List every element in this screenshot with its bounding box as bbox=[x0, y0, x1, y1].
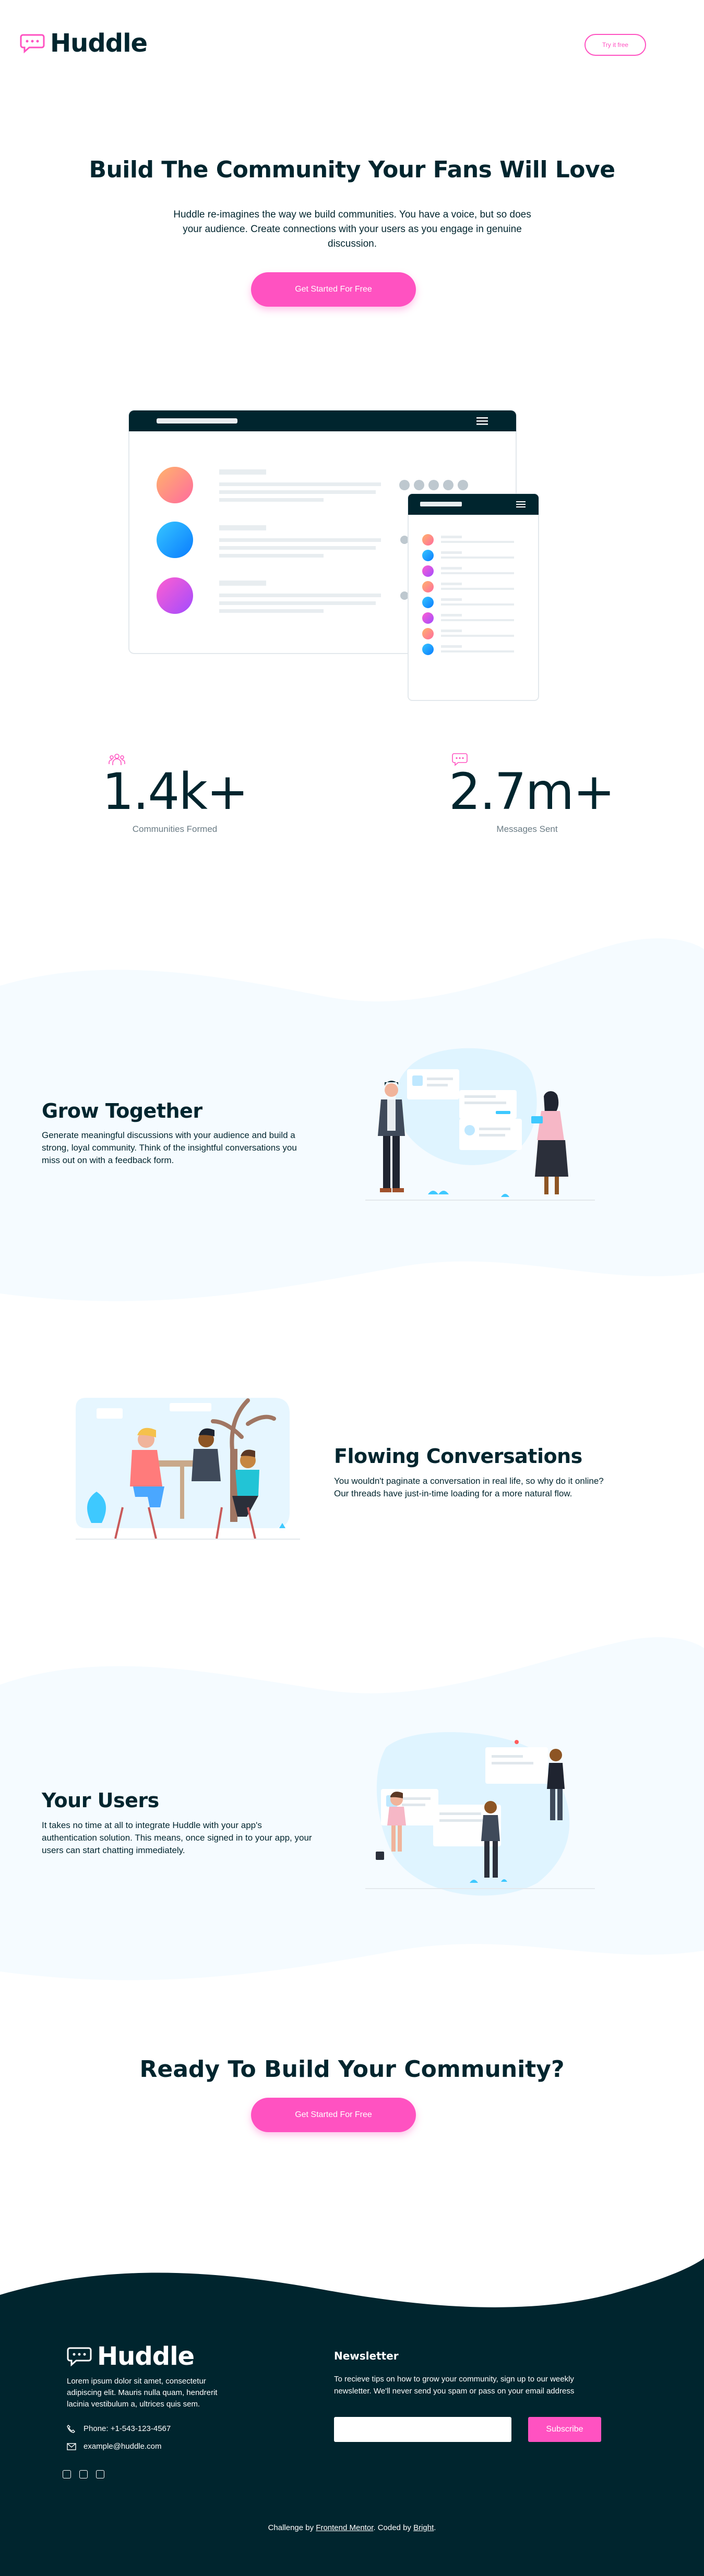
footer-logo-wordmark: Huddle bbox=[97, 2342, 195, 2371]
subscribe-button[interactable]: Subscribe bbox=[528, 2417, 601, 2442]
author-link[interactable]: Bright bbox=[413, 2523, 434, 2532]
facebook-icon[interactable] bbox=[63, 2470, 71, 2478]
stat-communities: 1.4k+ Communities Formed bbox=[99, 767, 250, 835]
hero-text: Huddle re-imagines the way we build comm… bbox=[173, 209, 531, 249]
feature-title: Grow Together bbox=[42, 1099, 202, 1122]
logo-wordmark: Huddle bbox=[50, 29, 148, 58]
footer-logo[interactable]: Huddle bbox=[67, 2342, 195, 2371]
stat-value: 2.7m+ bbox=[449, 763, 615, 821]
attribution: Challenge by Frontend Mentor. Coded by B… bbox=[0, 2523, 704, 2532]
stat-value: 1.4k+ bbox=[102, 763, 249, 821]
newsletter-text: To recieve tips on how to grow your comm… bbox=[334, 2375, 575, 2396]
attribution-mid: . Coded by bbox=[373, 2523, 414, 2532]
stat-label: Communities Formed bbox=[132, 824, 218, 834]
phone-icon bbox=[67, 2424, 83, 2433]
instagram-icon[interactable] bbox=[96, 2470, 104, 2478]
app-mockup-illustration bbox=[128, 410, 539, 701]
newsletter-email-input[interactable] bbox=[334, 2417, 511, 2442]
cta-title: Ready To Build Your Community? bbox=[139, 2056, 565, 2083]
frontend-mentor-link[interactable]: Frontend Mentor bbox=[316, 2523, 373, 2532]
section-background-wave bbox=[0, 1637, 704, 1980]
chat-bubble-logo-icon bbox=[20, 34, 45, 54]
try-it-free-button[interactable]: Try it free bbox=[584, 34, 646, 56]
email-icon bbox=[67, 2442, 83, 2450]
attribution-suffix: . bbox=[434, 2523, 436, 2532]
footer-phone: Phone: +1-543-123-4567 bbox=[67, 2424, 171, 2433]
footer-description: Lorem ipsum dolor sit amet, consectetur … bbox=[67, 2377, 218, 2409]
twitter-icon[interactable] bbox=[79, 2470, 88, 2478]
get-started-button[interactable]: Get Started For Free bbox=[251, 272, 416, 307]
chat-bubble-logo-icon bbox=[67, 2347, 92, 2367]
flowing-conversations-illustration bbox=[76, 1398, 300, 1540]
attribution-prefix: Challenge by bbox=[268, 2523, 316, 2532]
phone-text: Phone: +1-543-123-4567 bbox=[83, 2424, 171, 2433]
feature-title: Flowing Conversations bbox=[334, 1445, 582, 1468]
feature-text: It takes no time at all to integrate Hud… bbox=[42, 1820, 312, 1855]
feature-title: Your Users bbox=[42, 1789, 159, 1812]
newsletter-title: Newsletter bbox=[334, 2350, 399, 2362]
footer-email: example@huddle.com bbox=[67, 2442, 161, 2451]
section-background-wave bbox=[0, 938, 704, 1301]
feature-text: Generate meaningful discussions with you… bbox=[42, 1130, 297, 1165]
email-text[interactable]: example@huddle.com bbox=[83, 2442, 161, 2451]
stat-label: Messages Sent bbox=[496, 824, 558, 834]
logo[interactable]: Huddle bbox=[20, 29, 148, 58]
page: Huddle Try it free Build The Community Y… bbox=[0, 0, 704, 2576]
your-users-illustration bbox=[365, 1732, 595, 1896]
header: Huddle Try it free bbox=[20, 29, 646, 60]
grow-together-illustration bbox=[365, 1048, 595, 1201]
hero-title: Build The Community Your Fans Will Love bbox=[89, 156, 615, 183]
stat-messages: 2.7m+ Messages Sent bbox=[449, 763, 615, 835]
feature-text: You wouldn't paginate a conversation in … bbox=[334, 1476, 604, 1498]
get-started-button[interactable]: Get Started For Free bbox=[251, 2098, 416, 2132]
